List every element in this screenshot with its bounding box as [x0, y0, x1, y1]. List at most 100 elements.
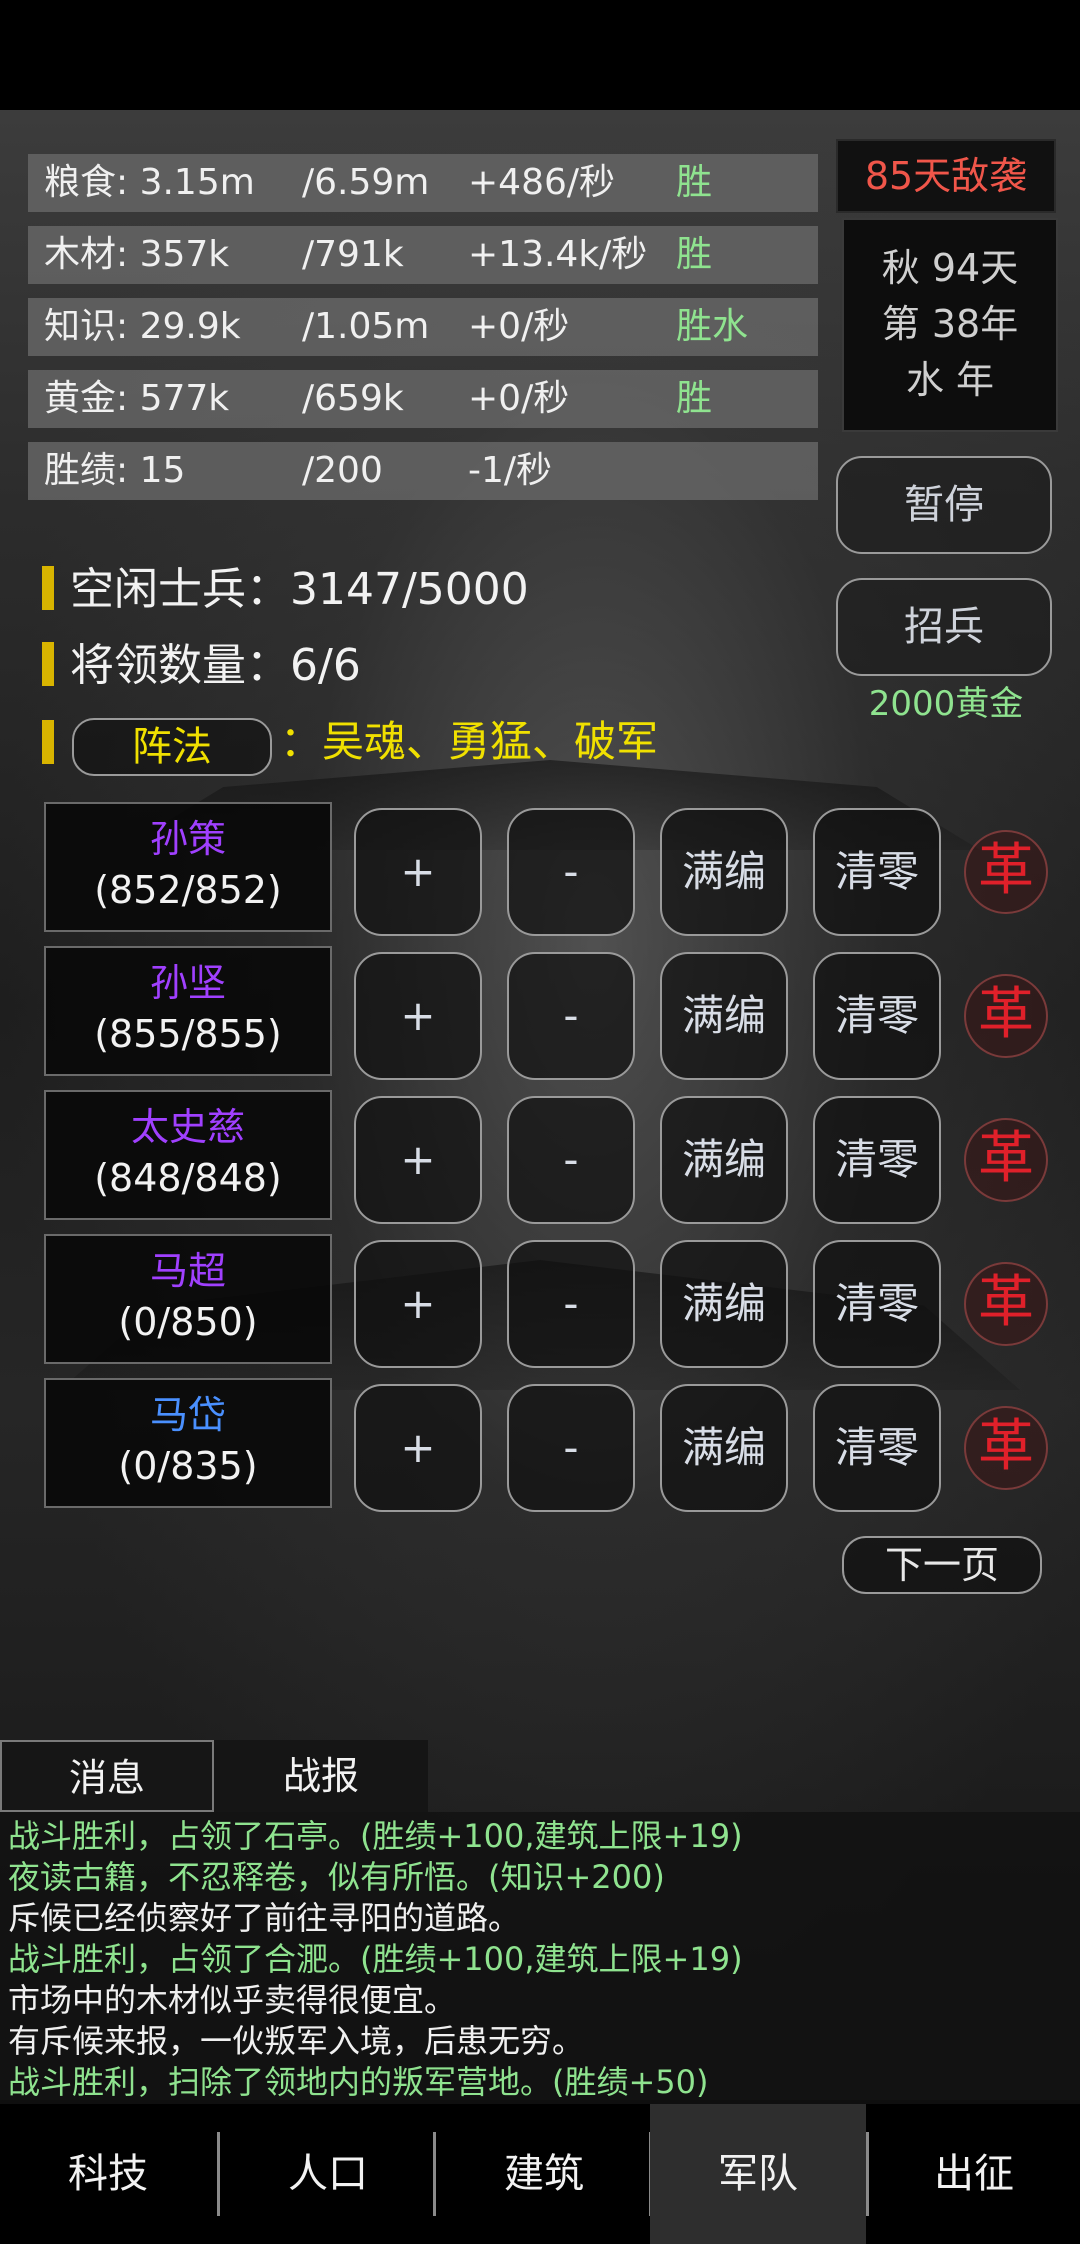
nav-tech[interactable]: 科技	[0, 2104, 216, 2244]
general-troops: (848/848)	[94, 1156, 282, 1200]
enemy-raid-countdown: 85天敌袭	[836, 139, 1056, 213]
fill-troops-button[interactable]: 满编	[660, 952, 788, 1080]
reform-button[interactable]: 革	[964, 974, 1048, 1058]
log-tabs: 消息 战报	[0, 1740, 432, 1812]
general-card[interactable]: 太史慈 (848/848)	[44, 1090, 332, 1220]
remove-troops-button[interactable]: -	[507, 808, 635, 936]
resource-row-food: 粮食: 3.15m /6.59m +486/秒 胜	[28, 154, 818, 212]
fill-troops-button[interactable]: 满编	[660, 1096, 788, 1224]
nav-army[interactable]: 军队	[650, 2104, 866, 2244]
pause-button[interactable]: 暂停	[836, 456, 1052, 554]
resource-max: /791k	[302, 234, 404, 275]
stat-marker	[42, 642, 54, 686]
add-troops-button[interactable]: +	[354, 1240, 482, 1368]
resource-max: /659k	[302, 378, 404, 419]
tab-messages[interactable]: 消息	[0, 1740, 214, 1812]
general-troops: (0/835)	[118, 1444, 258, 1488]
resource-flag: 胜	[676, 234, 713, 275]
general-card[interactable]: 马岱 (0/835)	[44, 1378, 332, 1508]
resource-flag: 胜水	[676, 306, 749, 347]
reform-button[interactable]: 革	[964, 830, 1048, 914]
reform-button[interactable]: 革	[964, 1406, 1048, 1490]
clear-troops-button[interactable]: 清零	[813, 1384, 941, 1512]
resource-name: 粮食: 3.15m	[44, 162, 255, 203]
resource-name: 木材: 357k	[44, 234, 230, 275]
resource-rate: -1/秒	[468, 450, 553, 491]
resource-rate: +13.4k/秒	[468, 234, 648, 275]
nav-population[interactable]: 人口	[220, 2104, 436, 2244]
log-line: 夜读古籍，不忍释卷，似有所悟。(知识+200)	[8, 1858, 665, 1896]
log-line: 战斗胜利，占领了合淝。(胜绩+100,建筑上限+19)	[8, 1940, 743, 1978]
resource-rate: +0/秒	[468, 306, 570, 347]
remove-troops-button[interactable]: -	[507, 1384, 635, 1512]
calendar-year: 第 38年	[881, 302, 1019, 346]
resource-rate: +486/秒	[468, 162, 616, 203]
app-root: 粮食: 3.15m /6.59m +486/秒 胜 木材: 357k /791k…	[0, 0, 1080, 2244]
fill-troops-button[interactable]: 满编	[660, 1240, 788, 1368]
general-card[interactable]: 马超 (0/850)	[44, 1234, 332, 1364]
calendar-box: 秋 94天 第 38年 水 年	[842, 218, 1058, 432]
add-troops-button[interactable]: +	[354, 952, 482, 1080]
general-troops: (852/852)	[94, 868, 282, 912]
clear-troops-button[interactable]: 清零	[813, 1096, 941, 1224]
fill-troops-button[interactable]: 满编	[660, 1384, 788, 1512]
formation-marker	[42, 720, 54, 764]
calendar-element-year: 水 年	[905, 358, 995, 402]
general-troops: (855/855)	[94, 1012, 282, 1056]
idle-soldiers: 空闲士兵：3147/5000	[42, 560, 529, 620]
nav-expedition[interactable]: 出征	[868, 2104, 1080, 2244]
bottom-navigation: 科技 人口 建筑 军队 出征	[0, 2104, 1080, 2244]
add-troops-button[interactable]: +	[354, 808, 482, 936]
fill-troops-button[interactable]: 满编	[660, 808, 788, 936]
resource-name: 胜绩: 15	[44, 450, 186, 491]
next-page-button[interactable]: 下一页	[842, 1536, 1042, 1594]
log-line: 战斗胜利，占领了石亭。(胜绩+100,建筑上限+19)	[8, 1817, 743, 1855]
tab-battle-reports[interactable]: 战报	[214, 1740, 428, 1812]
remove-troops-button[interactable]: -	[507, 1240, 635, 1368]
log-line: 有斥候来报，一伙叛军入境，后患无穷。	[8, 2022, 585, 2060]
reform-button[interactable]: 革	[964, 1262, 1048, 1346]
clear-troops-button[interactable]: 清零	[813, 1240, 941, 1368]
clear-troops-button[interactable]: 清零	[813, 952, 941, 1080]
resource-rate: +0/秒	[468, 378, 570, 419]
general-name: 太史慈	[130, 1105, 245, 1149]
remove-troops-button[interactable]: -	[507, 952, 635, 1080]
stat-marker	[42, 566, 54, 610]
recruit-cost: 2000黄金	[868, 684, 1024, 724]
log-line: 战斗胜利，扫除了领地内的叛军营地。(胜绩+50)	[8, 2063, 709, 2101]
general-name: 马岱	[149, 1393, 226, 1437]
formation-list: ：吴魂、勇猛、破军	[280, 717, 659, 766]
nav-buildings[interactable]: 建筑	[436, 2104, 652, 2244]
reform-button[interactable]: 革	[964, 1118, 1048, 1202]
log-line: 斥候已经侦察好了前往寻阳的道路。	[8, 1899, 521, 1937]
general-name: 孙坚	[149, 961, 226, 1005]
resource-row-victory: 胜绩: 15 /200 -1/秒	[28, 442, 818, 500]
general-name: 马超	[149, 1249, 226, 1293]
clear-troops-button[interactable]: 清零	[813, 808, 941, 936]
idle-soldiers-text: 空闲士兵：3147/5000	[70, 564, 529, 615]
resource-row-gold: 黄金: 577k /659k +0/秒 胜	[28, 370, 818, 428]
general-troops: (0/850)	[118, 1300, 258, 1344]
resource-flag: 胜	[676, 378, 713, 419]
general-name: 孙策	[149, 817, 226, 861]
recruit-button[interactable]: 招兵	[836, 578, 1052, 676]
message-log: 战斗胜利，占领了石亭。(胜绩+100,建筑上限+19) 夜读古籍，不忍释卷，似有…	[0, 1812, 1080, 2104]
add-troops-button[interactable]: +	[354, 1096, 482, 1224]
general-card[interactable]: 孙坚 (855/855)	[44, 946, 332, 1076]
general-count: 将领数量：6/6	[42, 636, 361, 696]
general-count-text: 将领数量：6/6	[70, 640, 361, 691]
resource-row-wood: 木材: 357k /791k +13.4k/秒 胜	[28, 226, 818, 284]
resource-row-knowledge: 知识: 29.9k /1.05m +0/秒 胜水	[28, 298, 818, 356]
general-card[interactable]: 孙策 (852/852)	[44, 802, 332, 932]
resource-max: /1.05m	[302, 306, 430, 347]
resource-max: /200	[302, 450, 383, 491]
resource-flag: 胜	[676, 162, 713, 203]
remove-troops-button[interactable]: -	[507, 1096, 635, 1224]
log-line: 市场中的木材似乎卖得很便宜。	[8, 1981, 457, 2019]
formation-button[interactable]: 阵法	[72, 718, 272, 776]
status-bar	[0, 0, 1080, 110]
resource-max: /6.59m	[302, 162, 430, 203]
resource-name: 知识: 29.9k	[44, 306, 241, 347]
add-troops-button[interactable]: +	[354, 1384, 482, 1512]
calendar-season-day: 秋 94天	[881, 246, 1019, 290]
